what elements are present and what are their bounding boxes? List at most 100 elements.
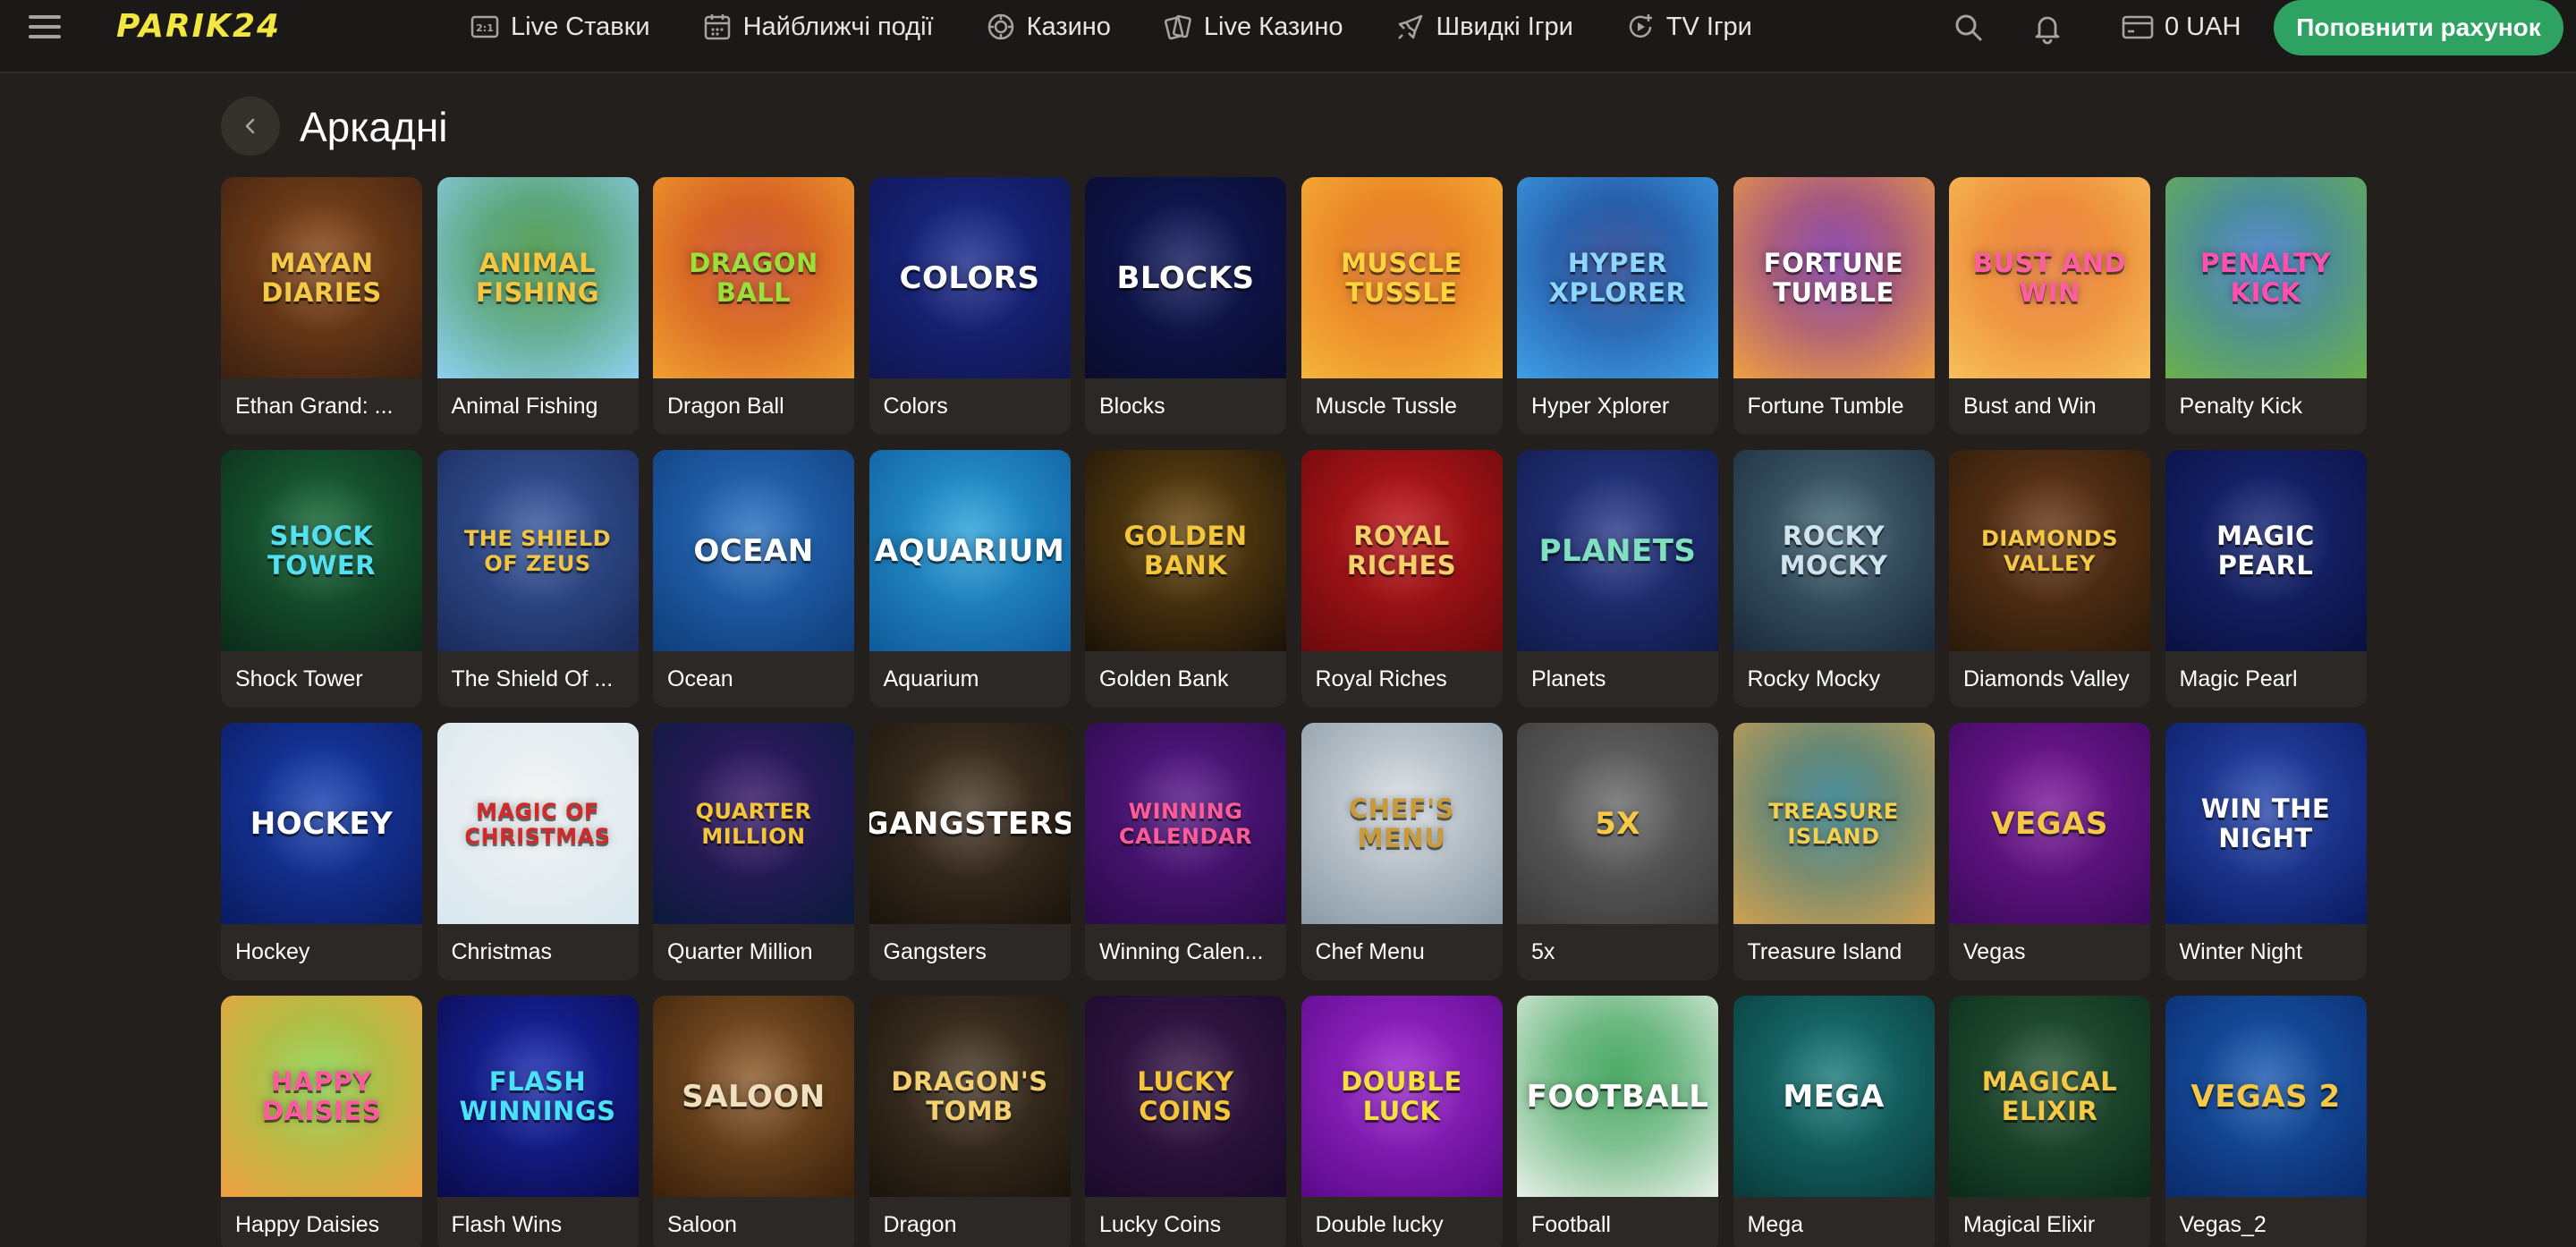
game-card[interactable]: Diamonds Valley Diamonds Valley	[1949, 450, 2150, 708]
game-art-title: Blocks	[1116, 259, 1255, 296]
game-card[interactable]: Golden Bank Golden Bank	[1085, 450, 1286, 708]
game-card[interactable]: Football Football	[1517, 996, 1718, 1247]
game-thumbnail: Aquarium	[869, 450, 1071, 651]
game-thumbnail: Flash Winnings	[436, 996, 639, 1197]
bell-icon[interactable]	[2030, 11, 2064, 45]
game-art-title: Planets	[1538, 532, 1697, 569]
game-card[interactable]: Mayan Diaries Ethan Grand: ...	[221, 177, 422, 435]
nav-live-casino-label: Live Казино	[1203, 12, 1343, 41]
game-card[interactable]: Chef's Menu Chef Menu	[1301, 723, 1503, 980]
game-thumbnail: Animal Fishing	[436, 177, 639, 378]
game-thumbnail: Dragon Ball	[653, 177, 854, 378]
game-card[interactable]: Vegas Vegas	[1949, 723, 2150, 980]
nav-fast-games[interactable]: Швидкі Ігри	[1395, 0, 1573, 54]
cards-icon	[1164, 14, 1191, 40]
game-card[interactable]: Flash Winnings Flash Wins	[436, 996, 639, 1247]
game-art-title: Win the Night	[2200, 793, 2331, 853]
game-card[interactable]: Penalty Kick Penalty Kick	[2165, 177, 2367, 435]
game-card[interactable]: Lucky Coins Lucky Coins	[1085, 996, 1286, 1247]
game-art-title: Shock Tower	[267, 520, 377, 581]
back-button[interactable]	[221, 97, 280, 156]
game-name: Christmas	[451, 939, 553, 964]
game-thumbnail: Win the Night	[2165, 723, 2367, 924]
game-card[interactable]: Fortune Tumble Fortune Tumble	[1733, 177, 1935, 435]
game-card[interactable]: Ocean Ocean	[653, 450, 854, 708]
casino-chip-icon	[987, 13, 1013, 40]
nav-casino[interactable]: Казино	[986, 0, 1111, 54]
game-card[interactable]: Gangsters Gangsters	[869, 723, 1071, 980]
game-name: Flash Wins	[451, 1212, 563, 1237]
game-name: Penalty Kick	[2179, 394, 2303, 419]
game-card[interactable]: Rocky Mocky Rocky Mocky	[1733, 450, 1935, 708]
game-art-title: Penalty Kick	[2200, 247, 2331, 308]
game-art-title: Golden Bank	[1123, 520, 1248, 581]
game-grid: Mayan Diaries Ethan Grand: ... Animal Fish…	[221, 177, 2367, 1247]
game-card[interactable]: Magic of Christmas Christmas	[436, 723, 639, 980]
game-name: Shock Tower	[235, 666, 363, 691]
game-card[interactable]: Vegas 2 Vegas_2	[2165, 996, 2367, 1247]
menu-icon[interactable]	[29, 13, 61, 40]
game-thumbnail: Planets	[1517, 450, 1718, 651]
nav-live-casino[interactable]: Live Казино	[1163, 0, 1343, 54]
game-thumbnail: Ocean	[653, 450, 854, 651]
game-art-title: Treasure Island	[1768, 798, 1899, 849]
game-art-title: Winning Calendar	[1119, 798, 1252, 849]
game-card[interactable]: Win the Night Winter Night	[2165, 723, 2367, 980]
game-thumbnail: Shock Tower	[221, 450, 422, 651]
game-card[interactable]: The Shield of Zeus The Shield Of ...	[436, 450, 639, 708]
game-thumbnail: Double Luck	[1301, 996, 1503, 1197]
game-art-title: Dragon's Tomb	[891, 1065, 1048, 1126]
game-card[interactable]: Muscle Tussle Muscle Tussle	[1301, 177, 1503, 435]
game-name: Saloon	[667, 1212, 737, 1237]
game-card[interactable]: Animal Fishing Animal Fishing	[436, 177, 639, 435]
game-card[interactable]: Colors Colors	[869, 177, 1071, 435]
site-logo[interactable]: PARIK24	[116, 5, 281, 48]
game-art-title: Dragon Ball	[689, 247, 818, 308]
game-card[interactable]: Dragon's Tomb Dragon	[869, 996, 1071, 1247]
game-card[interactable]: Hyper Xplorer Hyper Xplorer	[1517, 177, 1718, 435]
game-card[interactable]: Hockey Hockey	[221, 723, 422, 980]
game-art-title: Lucky Coins	[1137, 1065, 1234, 1126]
game-thumbnail: Diamonds Valley	[1949, 450, 2150, 651]
game-thumbnail: Blocks	[1085, 177, 1286, 378]
game-thumbnail: Quarter Million	[653, 723, 854, 924]
game-name: Blocks	[1099, 394, 1165, 419]
game-card[interactable]: Winning Calendar Winning Calen...	[1085, 723, 1286, 980]
balance-amount: 0 UAH	[2165, 12, 2241, 41]
game-thumbnail: Bust and Win	[1949, 177, 2150, 378]
game-card[interactable]: Double Luck Double lucky	[1301, 996, 1503, 1247]
tv-games-icon	[1629, 14, 1652, 38]
game-card[interactable]: 5X 5x	[1517, 723, 1718, 980]
nav-upcoming-events[interactable]: Найближчі події	[702, 0, 934, 54]
game-thumbnail: Happy Daisies	[221, 996, 422, 1197]
game-card[interactable]: Dragon Ball Dragon Ball	[653, 177, 854, 435]
search-icon[interactable]	[1952, 11, 1986, 45]
game-card[interactable]: Magic Pearl Magic Pearl	[2165, 450, 2367, 708]
game-card[interactable]: Bust and Win Bust and Win	[1949, 177, 2150, 435]
game-card[interactable]: Blocks Blocks	[1085, 177, 1286, 435]
nav-live-bets[interactable]: 2:1 Live Ставки	[470, 0, 650, 54]
game-card[interactable]: Aquarium Aquarium	[869, 450, 1071, 708]
game-thumbnail: Colors	[869, 177, 1071, 378]
game-card[interactable]: Happy Daisies Happy Daisies	[221, 996, 422, 1247]
game-card[interactable]: Shock Tower Shock Tower	[221, 450, 422, 708]
game-card[interactable]: Treasure Island Treasure Island	[1733, 723, 1935, 980]
balance-display[interactable]: 0 UAH	[2122, 0, 2241, 54]
game-thumbnail: Vegas	[1949, 723, 2150, 924]
game-name: Ethan Grand: ...	[235, 394, 394, 419]
game-thumbnail: Treasure Island	[1733, 723, 1935, 924]
game-thumbnail: Magic Pearl	[2165, 450, 2367, 651]
game-card[interactable]: Quarter Million Quarter Million	[653, 723, 854, 980]
game-card[interactable]: Magical Elixir Magical Elixir	[1949, 996, 2150, 1247]
game-card[interactable]: Royal Riches Royal Riches	[1301, 450, 1503, 708]
nav-tv-games[interactable]: TV Ігри	[1625, 0, 1752, 54]
game-name: Colors	[883, 394, 948, 419]
game-name: Fortune Tumble	[1747, 394, 1904, 419]
deposit-button[interactable]: Поповнити рахунок	[2274, 0, 2563, 55]
game-art-title: Fortune Tumble	[1763, 247, 1904, 308]
game-art-title: Double Luck	[1341, 1065, 1462, 1126]
game-card[interactable]: Planets Planets	[1517, 450, 1718, 708]
game-card[interactable]: Saloon Saloon	[653, 996, 854, 1247]
game-name: Golden Bank	[1099, 666, 1229, 691]
game-card[interactable]: Mega Mega	[1733, 996, 1935, 1247]
